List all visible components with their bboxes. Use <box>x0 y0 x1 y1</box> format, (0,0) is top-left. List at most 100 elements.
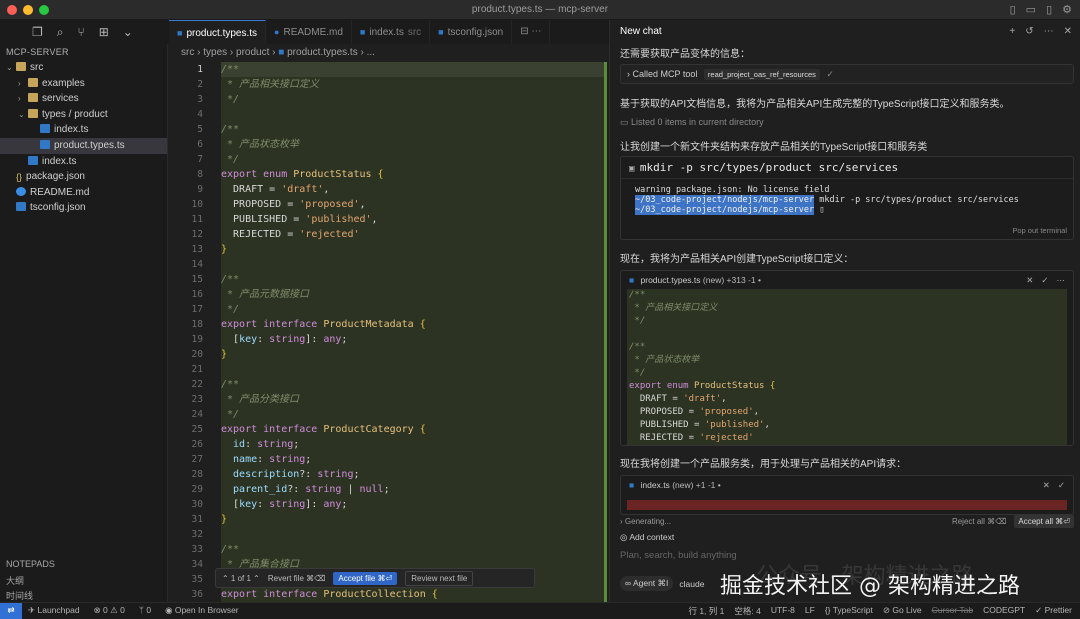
go-live-item[interactable]: ⊘ Go Live <box>883 605 922 617</box>
notepads-section[interactable]: NOTEPADS <box>0 557 168 572</box>
outline-section[interactable]: 大纲 <box>0 572 168 587</box>
code-token: ProductMetadata <box>323 319 414 330</box>
split-editor-icon[interactable]: ⊟ ⋯ <box>512 20 551 44</box>
breadcrumb-file[interactable]: product.types.ts <box>287 47 358 58</box>
code-token: string <box>269 454 306 465</box>
expand-chevron-icon[interactable]: ⌄ <box>844 445 851 446</box>
removed-line <box>627 500 1067 510</box>
line-number: 30 <box>191 499 203 510</box>
file-edit-name[interactable]: index.ts <box>641 480 670 490</box>
toggle-sidebar-icon[interactable]: ▯ <box>1010 3 1016 16</box>
open-in-browser-item[interactable]: ◉ Open In Browser <box>165 605 239 616</box>
pop-out-terminal-button[interactable]: Pop out terminal <box>1012 226 1067 235</box>
cursor-tab-item[interactable]: Cursor Tab <box>932 605 973 617</box>
tree-item[interactable]: README.md <box>0 185 167 201</box>
code-editor[interactable]: 1 2 3 4 5 6 7 8 9 10 11 12 13 14 15 16 17 18 19 20 21 22 23 24 2… <box>169 62 609 602</box>
editor-tab[interactable]: ■ product.types.ts <box>169 20 267 44</box>
code-token: 'draft' <box>683 394 722 404</box>
code-line: DRAFT = 'draft', <box>221 182 605 197</box>
ts-file-icon <box>16 202 26 212</box>
editor-tab[interactable]: ● README.md <box>266 20 352 44</box>
breadcrumb-src[interactable]: src <box>181 47 194 58</box>
reject-x-icon[interactable]: ✕ <box>1026 271 1033 289</box>
extensions-icon[interactable]: ⊞ <box>99 25 109 40</box>
tree-item[interactable]: index.ts <box>0 154 167 170</box>
code-token: string <box>257 439 294 450</box>
launchpad-item[interactable]: ✈ Launchpad <box>28 605 80 616</box>
chevron-right-icon: › <box>620 517 623 526</box>
code-token: export interface <box>221 424 324 435</box>
indentation-item[interactable]: 空格: 4 <box>734 605 760 617</box>
timeline-section[interactable]: 时间线 <box>0 587 168 602</box>
info-file-icon <box>16 186 26 196</box>
code-area[interactable]: /** * 产品相关接口定义 */ /** * 产品状态枚举 */ export e… <box>221 62 605 602</box>
mcp-tool-call[interactable]: › Called MCP tool read_project_oas_ref_r… <box>620 64 1074 84</box>
settings-gear-icon[interactable]: ⚙ <box>1062 3 1072 16</box>
file-edit-code-preview[interactable]: /** * 产品相关接口定义 */ /** * 产品状态枚举 */ export e… <box>627 289 1067 445</box>
tree-item[interactable]: product.types.ts <box>0 137 167 154</box>
chevron-down-icon[interactable]: ⌄ <box>123 25 133 40</box>
problems-item[interactable]: ⊗ 0 ⚠ 0 <box>94 605 125 616</box>
more-icon[interactable]: ⋯ <box>1057 271 1066 289</box>
cursor-position-item[interactable]: 行 1, 列 1 <box>688 605 724 617</box>
breadcrumb-symbol[interactable]: ... <box>367 47 375 58</box>
code-token: , <box>753 407 760 417</box>
tree-item[interactable]: › services <box>0 91 167 107</box>
tree-item-label: package.json <box>26 171 85 183</box>
explorer-icon[interactable]: ❐ <box>32 25 43 40</box>
agent-mode-selector[interactable]: ∞ Agent ⌘I <box>620 576 674 591</box>
code-token: 'rejected' <box>299 229 360 240</box>
language-mode-item[interactable]: {} TypeScript <box>825 605 873 617</box>
code-token: 'proposed' <box>699 407 754 417</box>
tree-item[interactable]: {} package.json <box>0 169 167 185</box>
toggle-panel-icon[interactable]: ▭ <box>1026 3 1036 16</box>
model-selector[interactable]: claude <box>679 579 704 589</box>
code-token: { <box>764 381 776 391</box>
chat-input[interactable]: Plan, search, build anything <box>620 550 737 561</box>
chat-message: 基于获取的API文档信息，我将为产品相关API生成完整的TypeScript接口… <box>620 99 1010 110</box>
close-icon[interactable]: ✕ <box>1064 20 1072 44</box>
eol-item[interactable]: LF <box>805 605 815 617</box>
revert-file-button[interactable]: Revert file ⌘⌫ <box>268 574 326 583</box>
chat-tab-new-chat[interactable]: New chat <box>620 26 662 37</box>
tree-item[interactable]: ⌄ src <box>0 60 167 76</box>
code-token: export interface <box>221 589 324 600</box>
breadcrumb-product[interactable]: product <box>236 47 269 58</box>
accept-check-icon[interactable]: ✓ <box>1058 476 1065 494</box>
explorer-section-title[interactable]: MCP-SERVER <box>0 44 167 60</box>
tree-item[interactable]: tsconfig.json <box>0 200 167 216</box>
review-next-file-button[interactable]: Review next file <box>405 570 474 586</box>
accept-check-icon[interactable]: ✓ <box>1041 271 1048 289</box>
file-edit-meta: (new) +313 -1 • <box>702 275 761 285</box>
encoding-item[interactable]: UTF-8 <box>771 605 795 617</box>
reject-x-icon[interactable]: ✕ <box>1043 476 1050 494</box>
breadcrumb-types[interactable]: types <box>203 47 227 58</box>
tree-item[interactable]: › examples <box>0 76 167 92</box>
prettier-item[interactable]: ✓ Prettier <box>1035 605 1072 617</box>
remote-icon[interactable]: ⇄ <box>0 603 22 619</box>
history-icon[interactable]: ↺ <box>1025 20 1033 44</box>
new-chat-plus-icon[interactable]: + <box>1009 20 1015 44</box>
tree-item[interactable]: index.ts <box>0 122 167 138</box>
accept-file-button[interactable]: Accept file ⌘⏎ <box>333 571 398 585</box>
editor-tab[interactable]: ■ index.ts src <box>352 20 431 44</box>
generating-text: Generating... <box>624 517 672 526</box>
add-context-button[interactable]: ◎ Add context <box>620 532 674 543</box>
source-control-icon[interactable]: ⑂ <box>78 25 85 40</box>
code-token: DRAFT = <box>629 394 684 404</box>
file-edit-name[interactable]: product.types.ts <box>641 275 701 285</box>
editor-tab[interactable]: ■ tsconfig.json <box>430 20 513 44</box>
toggle-aux-bar-icon[interactable]: ▯ <box>1046 3 1052 16</box>
accept-all-button[interactable]: Accept all ⌘⏎ <box>1014 515 1074 528</box>
code-line: PUBLISHED = 'published', <box>221 212 605 227</box>
more-icon[interactable]: ⋯ <box>1044 20 1054 44</box>
search-icon[interactable]: ⌕ <box>57 25 64 40</box>
diff-counter[interactable]: ⌃ 1 of 1 ⌃ <box>222 574 260 583</box>
tree-item[interactable]: ⌄ types / product <box>0 107 167 123</box>
ports-item[interactable]: ᛘ 0 <box>139 605 151 616</box>
codegpt-item[interactable]: CODEGPT <box>983 605 1025 617</box>
code-token: /** <box>629 342 646 352</box>
code-token: /** <box>221 124 240 135</box>
reject-all-button[interactable]: Reject all ⌘⌫ <box>952 517 1006 526</box>
folder-icon <box>16 62 26 71</box>
